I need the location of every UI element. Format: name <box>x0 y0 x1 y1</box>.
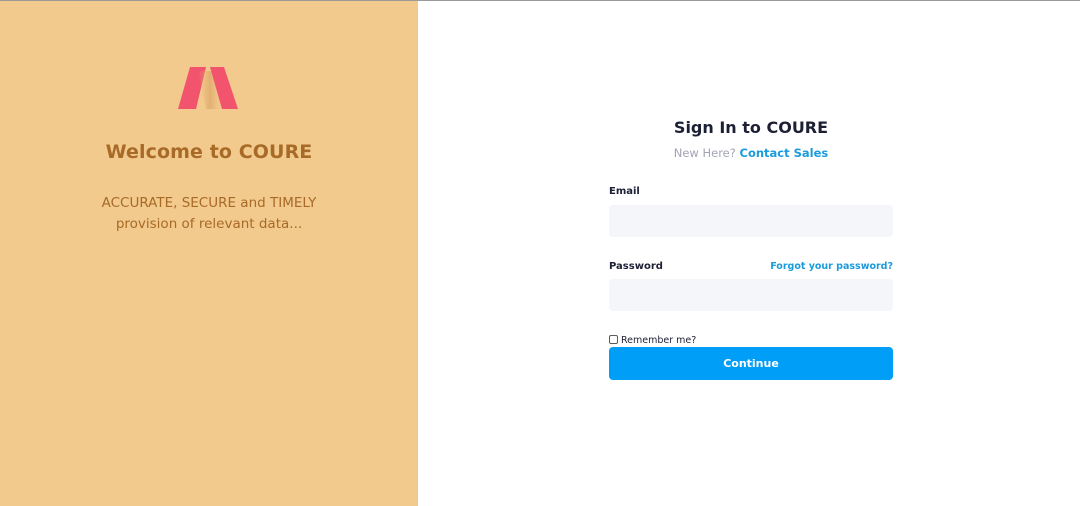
tagline: ACCURATE, SECURE and TIMELY provision of… <box>0 193 418 235</box>
tagline-line-1: ACCURATE, SECURE and TIMELY <box>101 195 317 211</box>
password-field[interactable] <box>609 279 893 311</box>
contact-sales-link[interactable]: Contact Sales <box>740 146 829 160</box>
remember-me-row: Remember me? <box>609 333 696 346</box>
email-field[interactable] <box>609 205 893 237</box>
remember-me-checkbox[interactable] <box>609 335 618 344</box>
password-label: Password <box>609 261 663 272</box>
sign-in-page: Welcome to COURE ACCURATE, SECURE and TI… <box>0 0 1080 506</box>
forgot-password-link[interactable]: Forgot your password? <box>770 261 893 272</box>
new-here-text: New Here? <box>673 146 736 160</box>
tagline-line-2: provision of relevant data... <box>115 216 303 232</box>
continue-button[interactable]: Continue <box>609 347 893 380</box>
welcome-title: Welcome to COURE <box>105 141 313 163</box>
sign-in-title: Sign In to COURE <box>673 118 829 137</box>
email-label: Email <box>609 186 640 197</box>
new-here-row: New Here? Contact Sales <box>609 146 893 160</box>
remember-me-label[interactable]: Remember me? <box>621 335 696 346</box>
welcome-panel: Welcome to COURE ACCURATE, SECURE and TI… <box>0 1 418 506</box>
panel-divider <box>418 1 421 506</box>
coure-logo-icon <box>178 67 238 109</box>
